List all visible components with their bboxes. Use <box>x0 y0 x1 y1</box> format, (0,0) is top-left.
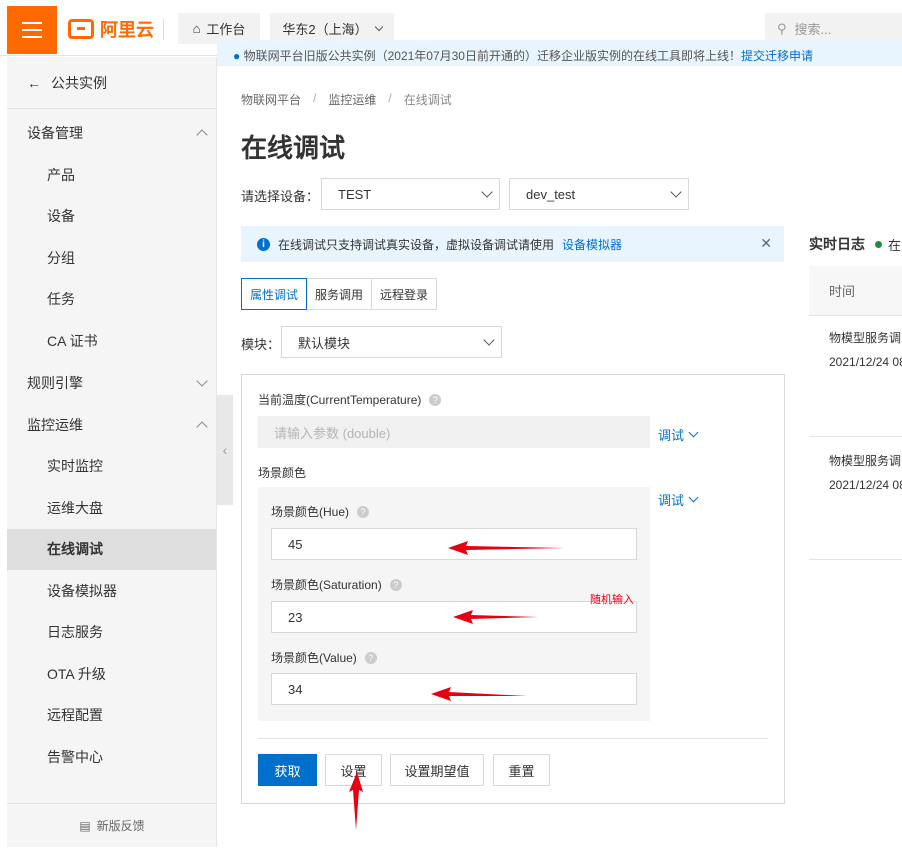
divider <box>258 738 768 739</box>
realtime-log-header: 实时日志 在 <box>809 235 902 254</box>
chevron-down-icon <box>688 427 699 438</box>
sidebar-item-ops-dashboard[interactable]: 运维大盘 <box>7 487 216 529</box>
current-temperature-input[interactable]: 请输入参数 (double) <box>258 416 650 448</box>
debug-dropdown-scene-color[interactable]: 调试 <box>658 490 699 509</box>
saturation-label: 场景颜色(Saturation) ? <box>271 576 402 593</box>
sidebar-item-remote-config[interactable]: 远程配置 <box>7 695 216 737</box>
help-icon[interactable]: ? <box>429 393 442 406</box>
chevron-down-icon <box>196 374 208 387</box>
set-expected-button[interactable]: 设置期望值 <box>390 754 484 786</box>
chevron-left-icon: ‹ <box>222 442 228 458</box>
breadcrumb-item-monitoring[interactable]: 监控运维 <box>328 91 376 108</box>
sidebar-item-log-service[interactable]: 日志服务 <box>7 612 216 654</box>
feedback-icon: ▤ <box>79 818 91 833</box>
hue-label: 场景颜色(Hue) ? <box>271 503 370 520</box>
help-icon[interactable]: ? <box>389 578 402 591</box>
value-input[interactable]: 34 <box>271 673 637 705</box>
sidebar-group-rule-engine[interactable]: 规则引擎 <box>7 362 216 404</box>
module-label: 模块： <box>241 337 281 352</box>
reset-button[interactable]: 重置 <box>493 754 550 786</box>
log-row[interactable]: 物模型服务调 2021/12/24 08 <box>809 449 902 497</box>
chevron-down-icon <box>688 492 699 503</box>
aliyun-logo[interactable]: 阿里云 <box>68 16 154 42</box>
help-icon[interactable]: ? <box>357 505 370 518</box>
chevron-down-icon <box>483 334 495 346</box>
saturation-input[interactable]: 23 <box>271 601 637 633</box>
notice-banner: ● 物联网平台旧版公共实例（2021年07月30日前开通的）迁移企业版实例的在线… <box>217 40 902 66</box>
breadcrumb: 物联网平台 / 监控运维 / 在线调试 <box>241 91 452 108</box>
tab-remote-login[interactable]: 远程登录 <box>371 278 438 310</box>
info-icon: ● <box>233 49 241 63</box>
chevron-down-icon <box>670 186 682 198</box>
help-icon[interactable]: ? <box>364 651 377 664</box>
chevron-up-icon <box>196 420 208 433</box>
set-button[interactable]: 设置 <box>325 754 382 786</box>
property-debug-panel: 当前温度(CurrentTemperature) ? 请输入参数 (double… <box>241 374 785 804</box>
get-button[interactable]: 获取 <box>258 754 317 786</box>
sidebar-item-tasks[interactable]: 任务 <box>7 279 216 321</box>
tab-service-call[interactable]: 服务调用 <box>306 278 373 310</box>
status-dot-icon <box>875 240 882 248</box>
sidebar-collapse-handle[interactable]: ‹ <box>217 395 233 505</box>
module-select[interactable]: 默认模块 <box>281 326 502 358</box>
home-icon: ⌂ <box>192 21 201 36</box>
sidebar-item-online-debug[interactable]: 在线调试 <box>7 528 216 570</box>
sidebar-item-devices[interactable]: 设备 <box>7 196 216 238</box>
breadcrumb-item-iot[interactable]: 物联网平台 <box>241 91 301 108</box>
info-alert: i 在线调试只支持调试真实设备，虚拟设备调试请使用 设备模拟器 ✕ <box>241 226 784 262</box>
log-column-time: 时间 <box>809 266 902 316</box>
current-temperature-label: 当前温度(CurrentTemperature) ? <box>258 391 442 408</box>
divider <box>163 18 164 40</box>
menu-icon[interactable] <box>7 6 57 54</box>
aliyun-logo-icon <box>68 19 94 39</box>
arrow-left-icon: ← <box>27 74 41 91</box>
back-button[interactable]: ← 公共实例 <box>7 57 216 109</box>
sidebar-item-device-simulator[interactable]: 设备模拟器 <box>7 570 216 612</box>
device-select[interactable]: dev_test <box>509 178 689 210</box>
migration-link[interactable]: 提交迁移申请 <box>741 49 813 63</box>
product-select[interactable]: TEST <box>321 178 500 210</box>
chevron-up-icon <box>196 129 208 141</box>
debug-tabs: 属性调试 服务调用 远程登录 <box>241 278 438 310</box>
page-title: 在线调试 <box>241 133 346 163</box>
scene-color-label: 场景颜色 <box>258 466 307 480</box>
tab-property-debug[interactable]: 属性调试 <box>241 278 308 310</box>
annotation-random-input: 随机输入 <box>590 594 634 606</box>
breadcrumb-separator: / <box>313 91 317 105</box>
sidebar-item-alarm-center[interactable]: 告警中心 <box>7 736 216 778</box>
sidebar-item-products[interactable]: 产品 <box>7 154 216 196</box>
divider <box>809 436 902 437</box>
sidebar-item-ota[interactable]: OTA 升级 <box>7 653 216 695</box>
breadcrumb-separator: / <box>388 91 392 105</box>
chevron-down-icon <box>374 22 383 31</box>
search-icon: ⚲ <box>777 20 787 36</box>
hue-input[interactable]: 45 <box>271 528 637 560</box>
sidebar-item-realtime-monitor[interactable]: 实时监控 <box>7 446 216 488</box>
sidebar-item-ca-cert[interactable]: CA 证书 <box>7 320 216 362</box>
device-select-label: 请选择设备： <box>241 189 320 204</box>
debug-dropdown-temperature[interactable]: 调试 <box>658 425 699 444</box>
chevron-down-icon <box>481 186 493 198</box>
sidebar: ← 公共实例 设备管理 产品 设备 分组 任务 CA 证书 规则引擎 监控运维 … <box>7 57 217 847</box>
close-icon[interactable]: ✕ <box>760 235 772 252</box>
info-icon: i <box>257 237 270 251</box>
feedback-button[interactable]: ▤ 新版反馈 <box>7 803 217 847</box>
sidebar-group-monitoring[interactable]: 监控运维 <box>7 404 216 446</box>
sidebar-item-groups[interactable]: 分组 <box>7 237 216 279</box>
sidebar-group-device-management[interactable]: 设备管理 <box>7 112 216 154</box>
device-simulator-link[interactable]: 设备模拟器 <box>562 236 622 253</box>
log-status: 在 <box>875 235 901 254</box>
divider <box>809 559 902 560</box>
breadcrumb-item-current: 在线调试 <box>403 93 452 107</box>
log-row[interactable]: 物模型服务调 2021/12/24 08 <box>809 326 902 374</box>
value-label: 场景颜色(Value) ? <box>271 649 377 666</box>
